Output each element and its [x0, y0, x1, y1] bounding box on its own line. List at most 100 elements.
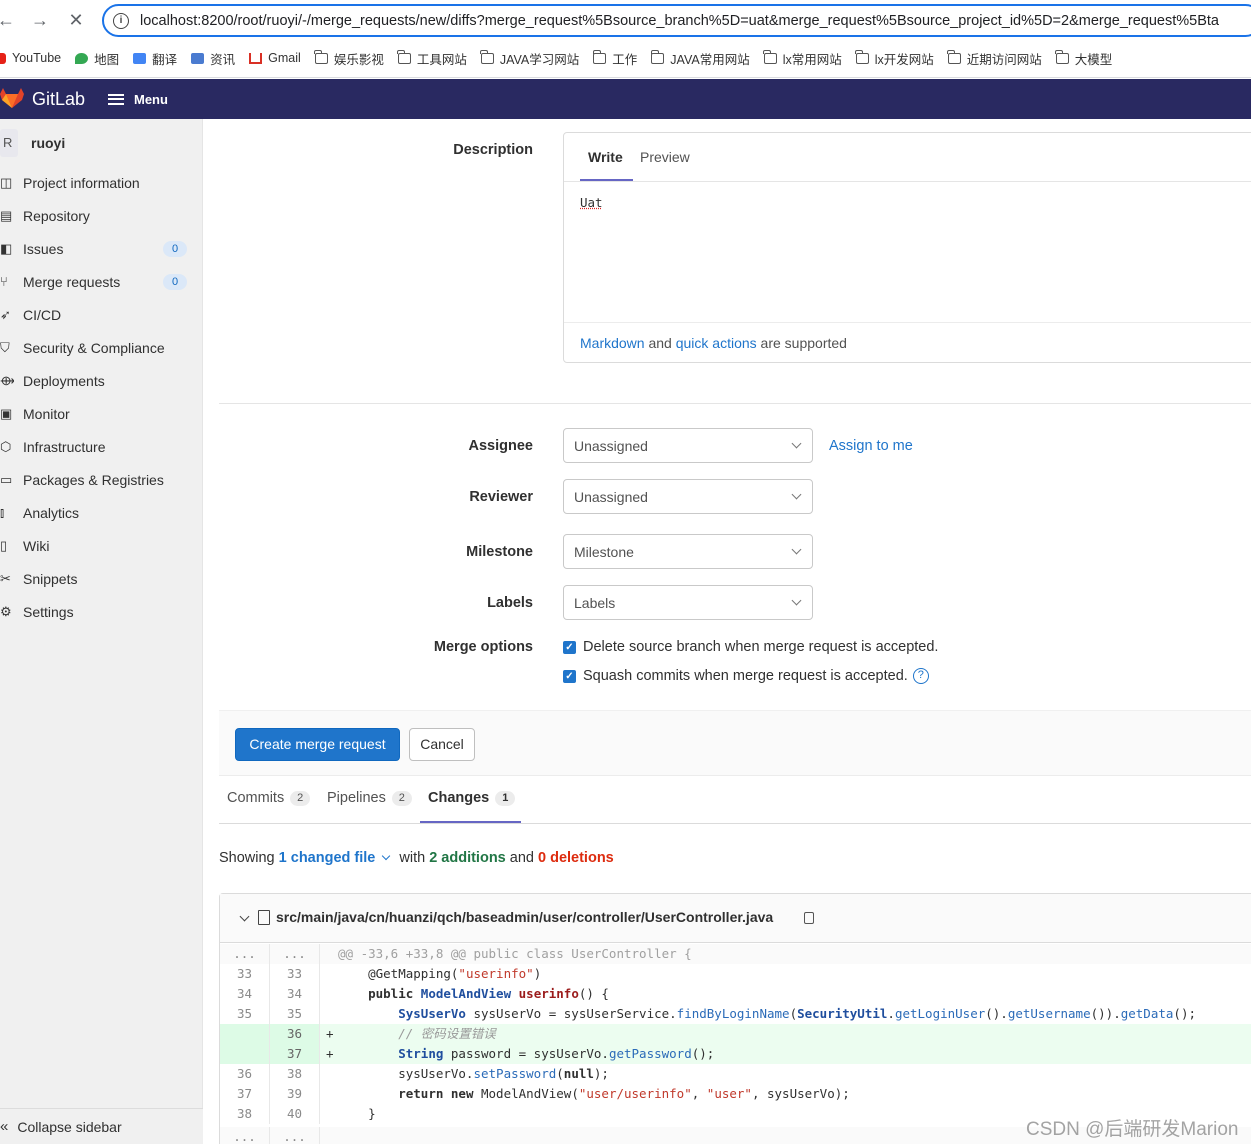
- bookmark-item[interactable]: 翻译: [133, 46, 177, 70]
- new-line-number[interactable]: 34: [270, 984, 320, 1004]
- sidebar-item-analytics[interactable]: ⫾ Analytics: [0, 496, 203, 529]
- old-line-number[interactable]: ...: [220, 1127, 270, 1144]
- labels-value: Labels: [574, 595, 616, 611]
- sidebar-item-label: CI/CD: [23, 306, 62, 323]
- bookmark-item[interactable]: 娱乐影视: [314, 46, 384, 70]
- squash-commits-option[interactable]: ✓ Squash commits when merge request is a…: [563, 667, 929, 685]
- old-line-number[interactable]: [220, 1044, 270, 1064]
- bookmark-label: 资讯: [210, 52, 236, 67]
- assign-to-me-link[interactable]: Assign to me: [829, 438, 913, 454]
- copy-path-icon[interactable]: [804, 912, 814, 924]
- old-line-number[interactable]: ...: [220, 944, 270, 964]
- delete-branch-checkbox[interactable]: ✓: [563, 640, 576, 654]
- chevron-down-icon[interactable]: [382, 851, 391, 861]
- sidebar-item-monitor[interactable]: ▣ Monitor: [0, 397, 203, 430]
- new-line-number[interactable]: 35: [270, 1004, 320, 1024]
- project-name[interactable]: ruoyi: [31, 135, 65, 151]
- bookmark-item[interactable]: 工具网站: [397, 46, 467, 70]
- bookmark-item[interactable]: lx常用网站: [763, 46, 842, 70]
- sidebar-item-infrastructure[interactable]: ⬡ Infrastructure: [0, 430, 203, 463]
- new-line-number[interactable]: 37: [270, 1044, 320, 1064]
- gitlab-wordmark[interactable]: GitLab: [32, 89, 85, 110]
- folder-icon: [480, 49, 494, 64]
- bookmark-item[interactable]: YouTube: [0, 46, 61, 70]
- sidebar-item-merge-requests[interactable]: ⑂ Merge requests 0: [0, 265, 203, 298]
- menu-button[interactable]: Menu: [108, 89, 168, 109]
- file-path[interactable]: src/main/java/cn/huanzi/qch/baseadmin/us…: [276, 909, 773, 925]
- collapse-sidebar-button[interactable]: « Collapse sidebar: [0, 1108, 203, 1144]
- bookmark-item[interactable]: Gmail: [249, 46, 301, 70]
- chevron-down-icon: [791, 438, 802, 449]
- old-line-number[interactable]: 34: [220, 984, 270, 1004]
- preview-tab[interactable]: Preview: [640, 149, 690, 165]
- forward-arrow-icon[interactable]: →: [28, 8, 52, 32]
- sidebar-item-wiki[interactable]: ▯ Wiki: [0, 529, 203, 562]
- new-line-number[interactable]: 39: [270, 1084, 320, 1104]
- new-line-number[interactable]: ...: [270, 1127, 320, 1144]
- sidebar-item-project-information[interactable]: ◫ Project information: [0, 166, 203, 199]
- bookmark-item[interactable]: 地图: [75, 46, 119, 70]
- delete-source-branch-option[interactable]: ✓ Delete source branch when merge reques…: [563, 638, 938, 656]
- bookmark-item[interactable]: 工作: [592, 46, 638, 70]
- url-text[interactable]: localhost:8200/root/ruoyi/-/merge_reques…: [140, 13, 1219, 29]
- sidebar-item-ci-cd[interactable]: ➶ CI/CD: [0, 298, 203, 331]
- bookmark-favicon-icon: [133, 52, 147, 64]
- changed-files-dropdown[interactable]: 1 changed file: [279, 850, 376, 866]
- labels-dropdown[interactable]: Labels: [563, 585, 813, 620]
- assignee-dropdown[interactable]: Unassigned: [563, 428, 813, 463]
- sidebar-item-deployments[interactable]: ⟴ Deployments: [0, 364, 203, 397]
- sidebar-item-issues[interactable]: ◧ Issues 0: [0, 232, 203, 265]
- description-textarea[interactable]: Uat: [580, 195, 603, 210]
- bookmark-item[interactable]: 大模型: [1055, 46, 1112, 70]
- gitlab-logo-icon[interactable]: [0, 88, 24, 108]
- new-line-number[interactable]: 40: [270, 1104, 320, 1124]
- project-avatar[interactable]: R: [0, 129, 18, 157]
- address-bar[interactable]: i localhost:8200/root/ruoyi/-/merge_requ…: [102, 4, 1251, 37]
- milestone-dropdown[interactable]: Milestone: [563, 534, 813, 569]
- old-line-number[interactable]: 33: [220, 964, 270, 984]
- sidebar-item-security-compliance[interactable]: ⛉ Security & Compliance: [0, 331, 203, 364]
- delete-branch-text: Delete source branch when merge request …: [583, 639, 939, 655]
- sidebar-item-packages-registries[interactable]: ▭ Packages & Registries: [0, 463, 203, 496]
- tab-changes[interactable]: Changes 1: [428, 790, 516, 806]
- bookmark-item[interactable]: lx开发网站: [855, 46, 934, 70]
- new-line-number[interactable]: 33: [270, 964, 320, 984]
- new-line-number[interactable]: 36: [270, 1024, 320, 1044]
- back-arrow-icon[interactable]: ←: [0, 8, 18, 32]
- bookmark-item[interactable]: JAVA常用网站: [650, 46, 750, 70]
- bookmark-favicon-icon: [249, 52, 263, 64]
- new-line-number[interactable]: 38: [270, 1064, 320, 1084]
- create-merge-request-button[interactable]: Create merge request: [235, 728, 400, 761]
- old-line-number[interactable]: 36: [220, 1064, 270, 1084]
- cancel-button[interactable]: Cancel: [409, 728, 475, 761]
- sidebar-item-snippets[interactable]: ✂ Snippets: [0, 562, 203, 595]
- sidebar-item-repository[interactable]: ▤ Repository: [0, 199, 203, 232]
- quick-actions-link[interactable]: quick actions: [676, 335, 757, 351]
- editor-tabs: Write Preview: [564, 133, 1251, 182]
- squash-checkbox[interactable]: ✓: [563, 669, 576, 683]
- commits-count-badge: 2: [290, 790, 311, 806]
- sidebar-item-settings[interactable]: ⚙ Settings: [0, 595, 203, 628]
- old-line-number[interactable]: [220, 1024, 270, 1044]
- help-question-icon[interactable]: ?: [912, 668, 929, 684]
- bookmark-label: 工作: [612, 52, 638, 67]
- collapse-file-chevron-icon[interactable]: [239, 911, 250, 922]
- bookmark-item[interactable]: 近期访问网站: [947, 46, 1042, 70]
- bookmark-item[interactable]: 资讯: [191, 46, 235, 70]
- assignee-label: Assignee: [468, 438, 533, 454]
- bookmark-item[interactable]: JAVA学习网站: [480, 46, 579, 70]
- tab-pipelines[interactable]: Pipelines 2: [327, 790, 412, 806]
- diff-summary: Showing 1 changed file with 2 additions …: [219, 850, 614, 866]
- reviewer-dropdown[interactable]: Unassigned: [563, 479, 813, 514]
- old-line-number[interactable]: 35: [220, 1004, 270, 1024]
- bookmark-favicon-icon: [191, 52, 205, 64]
- new-line-number[interactable]: ...: [270, 944, 320, 964]
- site-info-icon[interactable]: i: [113, 13, 129, 29]
- old-line-number[interactable]: 37: [220, 1084, 270, 1104]
- write-tab[interactable]: Write: [588, 149, 623, 165]
- old-line-number[interactable]: 38: [220, 1104, 270, 1124]
- tab-commits[interactable]: Commits 2: [227, 790, 311, 806]
- stop-loading-icon[interactable]: ✕: [64, 8, 88, 32]
- diff-line: 37 39 return new ModelAndView("user/useri…: [220, 1084, 1251, 1104]
- markdown-link[interactable]: Markdown: [580, 335, 645, 351]
